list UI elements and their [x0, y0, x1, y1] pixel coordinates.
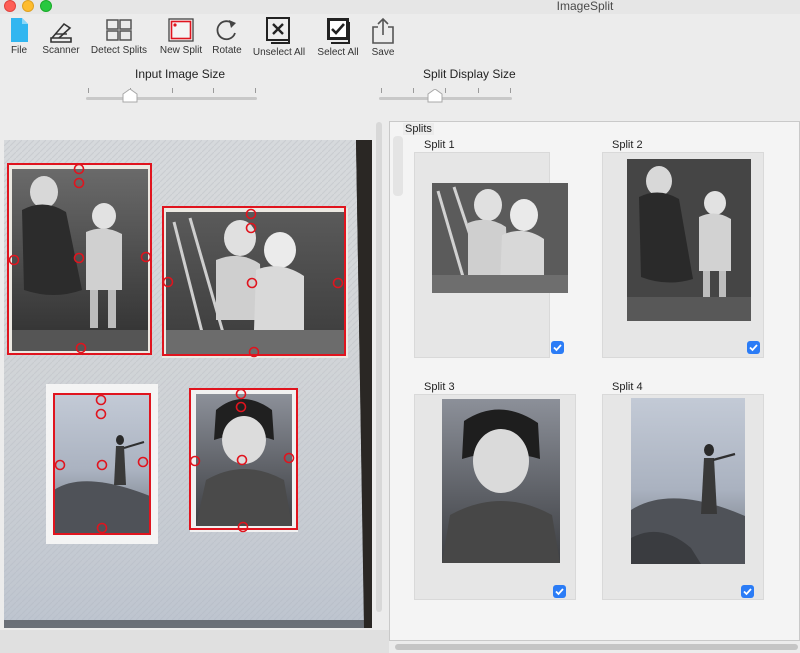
split-4-checkbox[interactable]: [741, 585, 754, 598]
checkmark-icon: [743, 588, 752, 596]
slider-tick: [255, 88, 256, 93]
title-bar: ImageSplit: [0, 0, 800, 14]
slider-tick: [445, 88, 446, 93]
split-3-checkbox[interactable]: [553, 585, 566, 598]
checkmark-icon: [749, 344, 758, 352]
unselect-all-icon: [266, 17, 290, 44]
input-image-size-label: Input Image Size: [135, 67, 226, 81]
file-button-label: File: [10, 45, 28, 56]
checkmark-icon: [553, 344, 562, 352]
slider-tick: [172, 88, 173, 93]
split-1-label: Split 1: [424, 139, 455, 151]
split-4-label: Split 4: [612, 381, 643, 393]
split-display-size-label: Split Display Size: [423, 67, 516, 81]
file-icon: [11, 18, 28, 42]
save-button[interactable]: Save: [366, 14, 400, 64]
new-split-button-label: New Split: [159, 45, 203, 56]
slider-tick: [478, 88, 479, 93]
slider-tick: [88, 88, 89, 93]
unselect-all-button[interactable]: Unselect All: [249, 14, 309, 64]
scanner-button-label: Scanner: [42, 45, 80, 56]
scanner-icon: [50, 22, 72, 43]
rotate-icon: [216, 20, 236, 41]
image-pane-footer: [0, 630, 389, 653]
split-3-thumbnail: [442, 399, 560, 563]
split-4-thumbnail: [631, 398, 745, 564]
input-image-size-slider[interactable]: [86, 97, 257, 100]
rotate-button-label: Rotate: [212, 45, 242, 56]
splits-panel-title: Splits: [403, 123, 434, 135]
new-split-icon: [168, 18, 194, 42]
select-all-icon: [327, 18, 350, 44]
detect-splits-icon: [106, 19, 132, 41]
detect-splits-button[interactable]: Detect Splits: [86, 14, 152, 64]
toolbar: File Scanner Detect Splits New Split Rot…: [0, 14, 800, 64]
split-1-card[interactable]: [414, 152, 568, 358]
split-display-size-slider[interactable]: [379, 97, 512, 100]
detect-splits-button-label: Detect Splits: [90, 45, 148, 56]
split-2-thumbnail: [627, 159, 751, 321]
split-2-checkbox[interactable]: [747, 341, 760, 354]
checkmark-icon: [555, 588, 564, 596]
slider-tick: [381, 88, 382, 93]
slider-tick: [213, 88, 214, 93]
save-icon: [372, 17, 394, 44]
image-pane-scrollbar[interactable]: [372, 120, 386, 640]
new-split-button[interactable]: New Split: [155, 14, 207, 64]
split-3-card[interactable]: [414, 394, 576, 600]
split-2-card[interactable]: [602, 152, 764, 358]
split-4-card[interactable]: [602, 394, 764, 600]
scanned-album-page: [4, 140, 372, 628]
slider-tick: [413, 88, 414, 93]
scanner-button[interactable]: Scanner: [38, 14, 84, 64]
select-all-button[interactable]: Select All: [313, 14, 363, 64]
file-button[interactable]: File: [2, 14, 36, 64]
split-2-label: Split 2: [612, 139, 643, 151]
save-button-label: Save: [371, 47, 395, 58]
scanned-image-pane[interactable]: [4, 140, 372, 628]
window-title: ImageSplit: [556, 0, 614, 13]
unselect-all-button-label: Unselect All: [252, 47, 306, 58]
split-3-label: Split 3: [424, 381, 455, 393]
splits-horizontal-scrollbar[interactable]: [393, 641, 800, 653]
select-all-button-label: Select All: [317, 47, 359, 58]
rotate-button[interactable]: Rotate: [207, 14, 247, 64]
splits-vertical-scrollbar[interactable]: [393, 136, 403, 196]
split-1-thumbnail: [432, 183, 568, 293]
slider-tick: [510, 88, 511, 93]
split-1-checkbox[interactable]: [551, 341, 564, 354]
